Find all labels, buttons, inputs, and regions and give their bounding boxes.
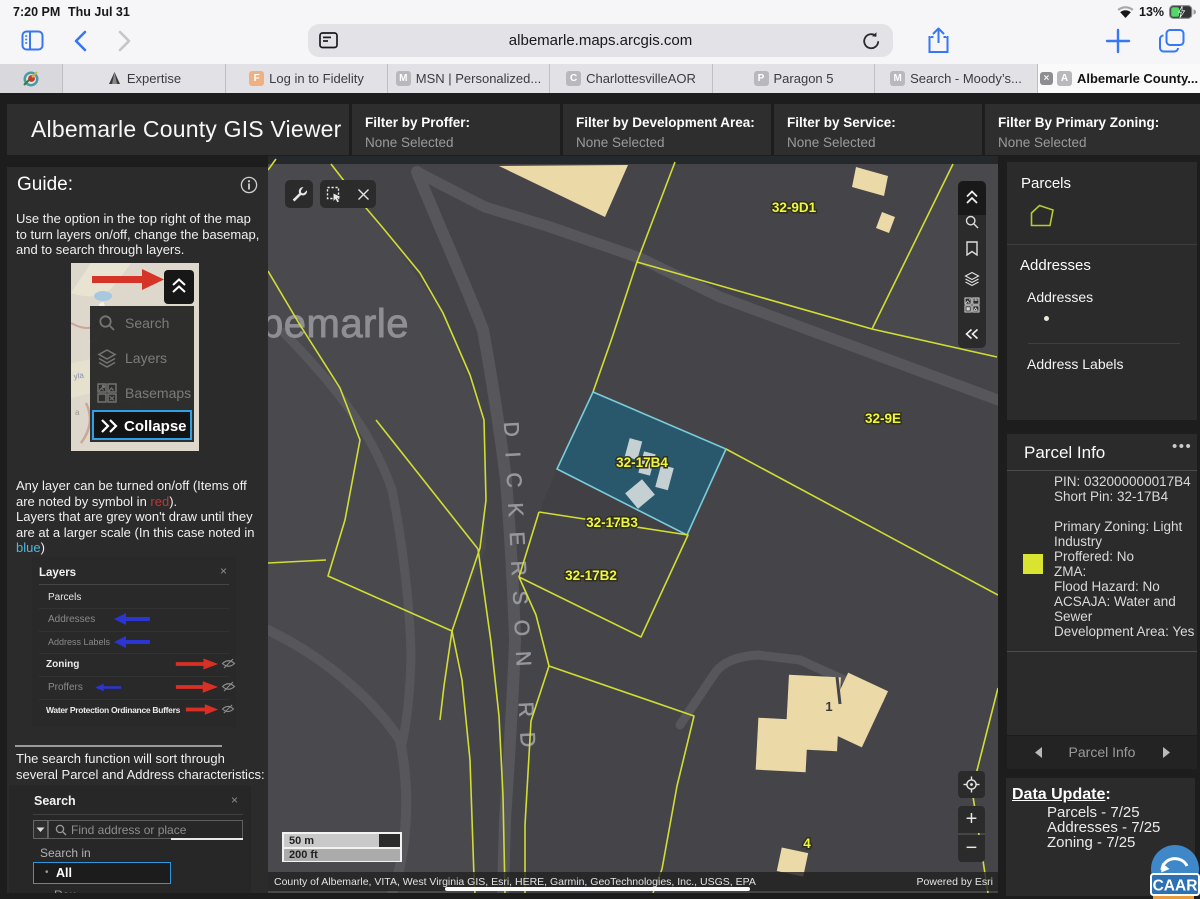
svg-text:4: 4 xyxy=(803,836,811,851)
svg-text:bemarle: bemarle xyxy=(268,302,409,346)
svg-text:32-17B3: 32-17B3 xyxy=(586,515,638,530)
svg-text:32-9D1: 32-9D1 xyxy=(772,200,817,215)
svg-text:1: 1 xyxy=(825,699,832,714)
svg-text:32-17B2: 32-17B2 xyxy=(565,568,617,583)
svg-text:CAAR: CAAR xyxy=(1153,878,1198,895)
svg-text:32-17B4: 32-17B4 xyxy=(616,455,668,470)
svg-text:yla: yla xyxy=(73,371,85,381)
svg-text:a: a xyxy=(75,408,80,417)
svg-text:32-9E: 32-9E xyxy=(865,411,901,426)
